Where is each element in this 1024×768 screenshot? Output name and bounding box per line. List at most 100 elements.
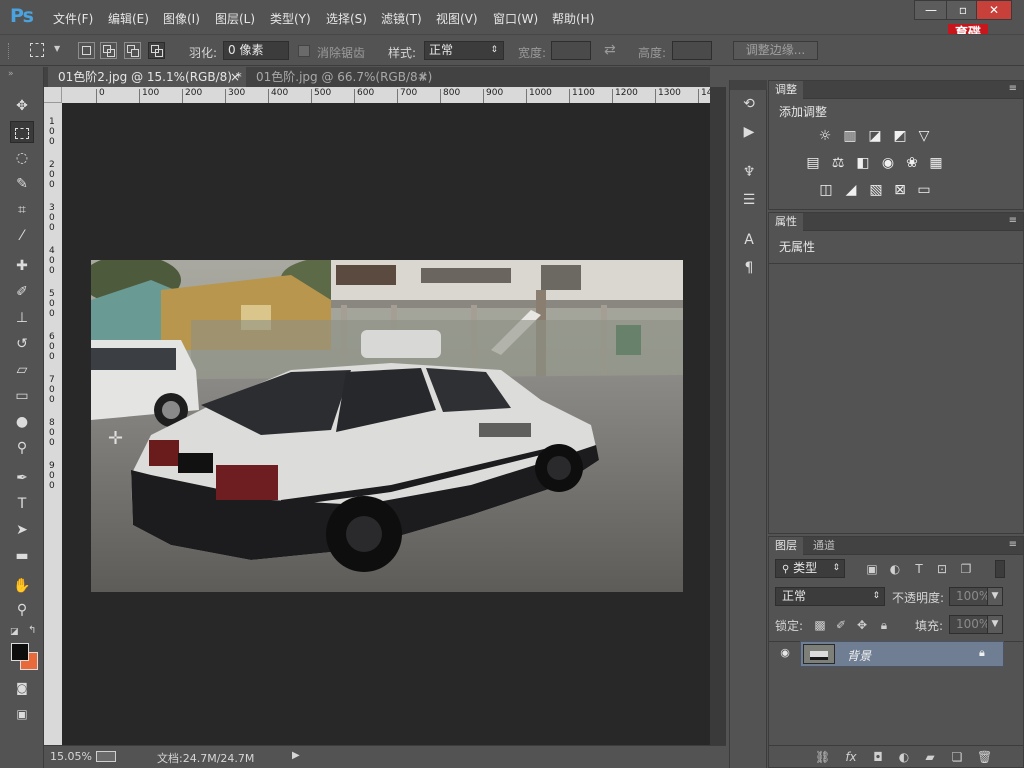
- filter-smart-object-icon[interactable]: ❐: [959, 562, 973, 576]
- clone-stamp-tool-icon[interactable]: ⊥: [10, 307, 34, 329]
- brush-tool-icon[interactable]: ✐: [10, 281, 34, 303]
- tab-document-1[interactable]: 01色阶2.jpg @ 15.1%(RGB/8) * ×: [48, 67, 246, 87]
- brush-presets-icon[interactable]: ☰: [738, 190, 760, 210]
- swap-dimensions-icon[interactable]: ⇄: [604, 42, 616, 58]
- dodge-tool-icon[interactable]: ⚲: [10, 437, 34, 459]
- tab-adjustments[interactable]: 调整: [769, 81, 803, 99]
- width-input[interactable]: [551, 41, 591, 60]
- menu-image[interactable]: 图像(I): [163, 10, 200, 27]
- photo-filter-icon[interactable]: ◉: [879, 156, 897, 170]
- channel-mixer-icon[interactable]: ❀: [903, 156, 921, 170]
- history-brush-tool-icon[interactable]: ↺: [10, 333, 34, 355]
- minimize-button[interactable]: —: [914, 0, 948, 20]
- status-menu-arrow-icon[interactable]: ▶: [292, 750, 300, 761]
- blend-mode-select[interactable]: 正常 ⇕: [775, 587, 885, 606]
- eyedropper-tool-icon[interactable]: ⁄: [10, 225, 34, 247]
- swap-colors-icon[interactable]: ↰: [28, 625, 36, 636]
- invert-icon[interactable]: ◫: [817, 183, 835, 197]
- intersect-selection-icon[interactable]: [148, 42, 165, 59]
- hue-saturation-icon[interactable]: ▤: [804, 156, 822, 170]
- crop-tool-icon[interactable]: ⌗: [10, 199, 34, 221]
- pen-tool-icon[interactable]: ✒: [10, 467, 34, 489]
- menu-filter[interactable]: 滤镜(T): [381, 10, 422, 27]
- visibility-eye-icon[interactable]: ◉: [775, 645, 795, 661]
- marquee-preset-icon[interactable]: [30, 43, 44, 57]
- lock-transparent-icon[interactable]: ▩: [813, 618, 827, 632]
- opacity-dropdown-icon[interactable]: ▼: [987, 587, 1003, 606]
- menu-view[interactable]: 视图(V): [436, 10, 478, 27]
- layer-name[interactable]: 背景: [847, 647, 871, 664]
- paragraph-panel-icon[interactable]: ¶: [738, 258, 760, 278]
- character-panel-icon[interactable]: A: [738, 230, 760, 250]
- gradient-tool-icon[interactable]: ▭: [10, 385, 34, 407]
- threshold-icon[interactable]: ▧: [867, 183, 885, 197]
- preset-dropdown-icon[interactable]: ▼: [54, 44, 60, 53]
- menu-edit[interactable]: 编辑(E): [108, 10, 149, 27]
- actions-panel-icon[interactable]: ▶: [738, 122, 760, 142]
- levels-icon[interactable]: ▥: [841, 129, 859, 143]
- new-adjustment-icon[interactable]: ◐: [897, 750, 911, 764]
- blur-tool-icon[interactable]: ●: [10, 411, 34, 433]
- foreground-color-swatch[interactable]: [11, 643, 29, 661]
- new-group-icon[interactable]: ▰: [923, 750, 937, 764]
- new-selection-icon[interactable]: [78, 42, 95, 59]
- filter-type-icon[interactable]: T: [912, 562, 926, 576]
- exposure-icon[interactable]: ◩: [891, 129, 909, 143]
- filter-shape-icon[interactable]: ⊡: [935, 562, 949, 576]
- panel-menu-icon[interactable]: ≡: [1009, 215, 1017, 226]
- delete-layer-icon[interactable]: 🗑︎: [977, 750, 992, 764]
- posterize-icon[interactable]: ◢: [842, 183, 860, 197]
- black-white-icon[interactable]: ◧: [854, 156, 872, 170]
- fill-dropdown-icon[interactable]: ▼: [987, 615, 1003, 634]
- style-select[interactable]: 正常 ⇕: [424, 41, 504, 60]
- lasso-tool-icon[interactable]: ◌: [10, 147, 34, 169]
- curves-icon[interactable]: ◪: [866, 129, 884, 143]
- tab-layers[interactable]: 图层: [769, 537, 803, 555]
- filter-adjustment-icon[interactable]: ◐: [888, 562, 902, 576]
- link-layers-icon[interactable]: ⛓: [815, 750, 830, 764]
- quick-selection-tool-icon[interactable]: ✎: [10, 173, 34, 195]
- canvas-area[interactable]: ✛: [62, 103, 710, 745]
- menu-type[interactable]: 类型(Y): [270, 10, 311, 27]
- refine-edge-button[interactable]: 调整边缘...: [733, 41, 818, 60]
- zoom-tool-icon[interactable]: ⚲: [10, 599, 34, 621]
- tab-properties[interactable]: 属性: [769, 213, 803, 231]
- quick-mask-icon[interactable]: ◙: [10, 677, 34, 699]
- panel-menu-icon[interactable]: ≡: [1009, 83, 1017, 94]
- history-panel-icon[interactable]: ⟲: [738, 94, 760, 114]
- panel-menu-icon[interactable]: ≡: [1009, 539, 1017, 550]
- brightness-contrast-icon[interactable]: ☼: [816, 129, 834, 143]
- add-to-selection-icon[interactable]: [100, 42, 117, 59]
- path-selection-tool-icon[interactable]: ➤: [10, 519, 34, 541]
- horizontal-ruler[interactable]: 0 100 200 300 400 500 600 700 800 900 1000 1100 1200…: [62, 87, 710, 103]
- move-tool-icon[interactable]: ✥: [10, 95, 34, 117]
- screen-mode-icon[interactable]: ▣: [10, 703, 34, 725]
- type-tool-icon[interactable]: T: [10, 493, 34, 515]
- close-tab-icon[interactable]: ×: [230, 67, 240, 87]
- vertical-ruler[interactable]: 1 0 0 2 0 0 3 0 0 4 0 0 5 0 0 6 0 0 7 0 0 8 0 0…: [44, 103, 62, 745]
- gradient-map-icon[interactable]: ▭: [915, 183, 933, 197]
- filter-toggle[interactable]: [995, 560, 1005, 578]
- brush-panel-icon[interactable]: ♆: [738, 162, 760, 182]
- ruler-origin[interactable]: [44, 87, 62, 103]
- selective-color-icon[interactable]: ⊠: [891, 183, 909, 197]
- menu-window[interactable]: 窗口(W): [493, 10, 538, 27]
- lock-image-icon[interactable]: ✐: [834, 618, 848, 632]
- rectangle-tool-icon[interactable]: ▬: [10, 545, 34, 567]
- layer-filter-select[interactable]: ⚲ 类型 ⇕: [775, 559, 845, 578]
- vibrance-icon[interactable]: ▽: [915, 129, 933, 143]
- tab-document-2[interactable]: 01色阶.jpg @ 66.7%(RGB/8#) ×: [246, 67, 434, 87]
- close-button[interactable]: ✕: [976, 0, 1012, 20]
- new-layer-icon[interactable]: ❏: [950, 750, 964, 764]
- menu-select[interactable]: 选择(S): [326, 10, 367, 27]
- zoom-level[interactable]: 15.05%: [50, 750, 92, 763]
- photo-car[interactable]: [91, 260, 683, 592]
- menu-layer[interactable]: 图层(L): [215, 10, 255, 27]
- menu-help[interactable]: 帮助(H): [552, 10, 594, 27]
- layer-row[interactable]: 背景 🔒︎: [800, 641, 1004, 667]
- lock-position-icon[interactable]: ✥: [855, 618, 869, 632]
- hand-tool-icon[interactable]: ✋: [10, 575, 34, 597]
- height-input[interactable]: [672, 41, 712, 60]
- add-mask-icon[interactable]: ◘: [871, 750, 885, 764]
- color-balance-icon[interactable]: ⚖: [829, 156, 847, 170]
